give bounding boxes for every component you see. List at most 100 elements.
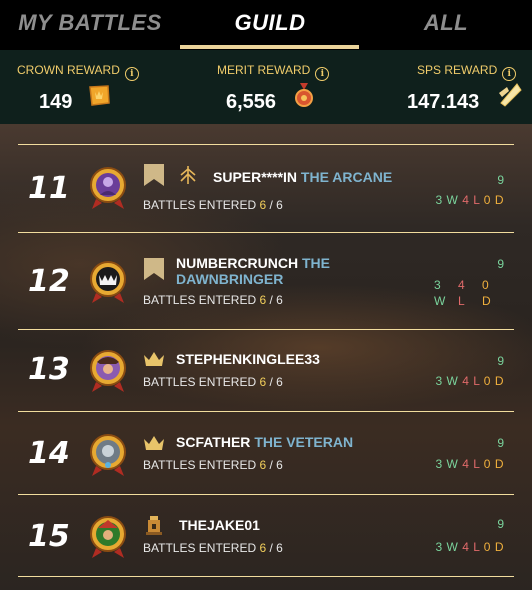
wins-letter: W [446, 540, 459, 554]
losses-letter: L [473, 374, 480, 388]
battles-entered-count: 6 [259, 541, 267, 555]
battles-entered-label: BATTLES ENTERED [143, 458, 257, 472]
battle-total: 9 [497, 173, 504, 187]
draws-count: 0 [483, 457, 491, 471]
rank-number: 14 [28, 436, 70, 471]
guild-member-row[interactable]: 14 SCFATHER THE VETERAN BATTLES ENTERED … [18, 412, 514, 495]
draws-letter: D [494, 374, 504, 388]
battles-entered-total: / 6 [269, 375, 283, 389]
avatar-veteran-knight [90, 434, 126, 476]
battles-entered-count: 6 [259, 375, 267, 389]
crown-icon [144, 436, 164, 450]
player-username: NUMBERCRUNCH [176, 255, 299, 271]
guild-tower-icon [146, 516, 162, 535]
battle-total: 9 [497, 257, 504, 271]
wins-count: 3 [434, 278, 441, 292]
win-loss-draw: 3 W 4 L 0 D [435, 540, 504, 554]
wins-count: 3 [435, 374, 443, 388]
info-icon[interactable]: i [315, 67, 330, 81]
active-tab-indicator [180, 45, 359, 49]
crown-icon [144, 352, 164, 366]
draws-count: 0 [483, 540, 491, 554]
player-title: THE VETERAN [254, 434, 354, 450]
crown-coin-icon [89, 85, 110, 106]
wins-count: 3 [435, 457, 443, 471]
losses-count: 4 [462, 374, 470, 388]
guild-member-row[interactable]: 13 STEPHENKINGLEE33 BATTLES ENTERED 6 / … [18, 330, 514, 412]
battles-entered-total: / 6 [269, 293, 283, 307]
wins-count: 3 [435, 193, 443, 207]
merit-reward-value: 6,556 [226, 91, 277, 113]
battles-entered-total: / 6 [269, 541, 283, 555]
guild-member-row[interactable]: 12 NUMBERCRUNCH THE DAWNBRINGER BATTLES … [18, 233, 514, 330]
battles-entered-label: BATTLES ENTERED [143, 541, 257, 555]
player-name[interactable]: SCFATHER THE VETERAN [176, 434, 353, 450]
player-username: SUPER****IN [213, 169, 298, 185]
player-name[interactable]: NUMBERCRUNCH THE DAWNBRINGER [176, 255, 376, 287]
tab-all[interactable]: ALL [360, 0, 532, 48]
battles-entered-count: 6 [259, 198, 267, 212]
battles-entered-label: BATTLES ENTERED [143, 293, 257, 307]
sps-reward-label: SPS REWARD [417, 63, 498, 77]
guild-member-row[interactable]: 11 SUPER****IN THE ARCANE BATTLES ENTERE… [18, 145, 514, 233]
tab-bar: MY BATTLES GUILD ALL [0, 0, 532, 50]
draws-count: 0 [483, 374, 491, 388]
win-loss-draw: 3 W 4 L 0 D [435, 457, 504, 471]
wins-letter: W [446, 457, 459, 471]
win-loss-draw: 3 W 4 L 0 D [435, 193, 504, 207]
losses-letter: L [458, 294, 465, 308]
losses-letter: L [473, 193, 480, 207]
losses-letter: L [473, 540, 480, 554]
player-name[interactable]: SUPER****IN THE ARCANE [213, 169, 392, 185]
losses-count: 4 [462, 540, 470, 554]
battles-entered: BATTLES ENTERED 6 / 6 [143, 458, 283, 472]
info-icon[interactable]: i [502, 67, 517, 81]
win-loss-draw: 3 W 4 L 0 D [435, 374, 504, 388]
losses-count: 4 [462, 457, 470, 471]
guild-member-row[interactable]: 15 THEJAKE01 BATTLES ENTERED 6 / 6 9 3 W… [18, 495, 514, 577]
battle-total: 9 [497, 517, 504, 531]
player-name[interactable]: THEJAKE01 [179, 517, 260, 533]
draws-letter: D [494, 457, 504, 471]
player-username: STEPHENKINGLEE33 [176, 351, 320, 367]
losses-letter: L [473, 457, 480, 471]
battles-entered-count: 6 [259, 458, 267, 472]
merit-reward-label: MERIT REWARD [217, 63, 311, 77]
battles-entered-count: 6 [259, 293, 267, 307]
sps-shard-icon [499, 83, 522, 107]
player-username: SCFATHER [176, 434, 251, 450]
draws-count: 0 [482, 278, 489, 292]
battles-entered-total: / 6 [269, 458, 283, 472]
battle-total: 9 [497, 354, 504, 368]
battles-entered-label: BATTLES ENTERED [143, 198, 257, 212]
info-icon[interactable]: i [124, 67, 139, 81]
player-username: THEJAKE01 [179, 517, 260, 533]
crown-reward-value: 149 [39, 91, 73, 113]
losses-count: 4 [458, 278, 465, 292]
avatar-jester-hero [90, 516, 126, 558]
battles-entered: BATTLES ENTERED 6 / 6 [143, 541, 283, 555]
draws-letter: D [482, 294, 491, 308]
battles-entered: BATTLES ENTERED 6 / 6 [143, 293, 283, 307]
rewards-bar: CROWN REWARD i 149 MERIT REWARD i 6,556 SP… [0, 50, 532, 124]
battle-total: 9 [497, 436, 504, 450]
avatar-dawnbringer-beast [90, 261, 126, 303]
merit-medal-icon [295, 83, 313, 107]
guild-banner-icon [144, 258, 164, 280]
battles-entered-label: BATTLES ENTERED [143, 375, 257, 389]
rank-number: 11 [28, 171, 70, 206]
wins-letter: W [446, 374, 459, 388]
player-name[interactable]: STEPHENKINGLEE33 [176, 351, 320, 367]
draws-letter: D [494, 540, 504, 554]
losses-count: 4 [462, 193, 470, 207]
guild-banner-icon [144, 164, 164, 186]
wins-count: 3 [435, 540, 443, 554]
sps-reward: SPS REWARD i 147.143 [360, 50, 532, 124]
draws-count: 0 [483, 193, 491, 207]
rank-number: 12 [28, 264, 70, 299]
tab-my-battles[interactable]: MY BATTLES [0, 0, 180, 48]
win-loss-draw: 3 4 0 W L D [434, 278, 494, 308]
wins-letter: W [446, 193, 459, 207]
tab-guild[interactable]: GUILD [180, 0, 360, 48]
battles-entered-total: / 6 [269, 198, 283, 212]
